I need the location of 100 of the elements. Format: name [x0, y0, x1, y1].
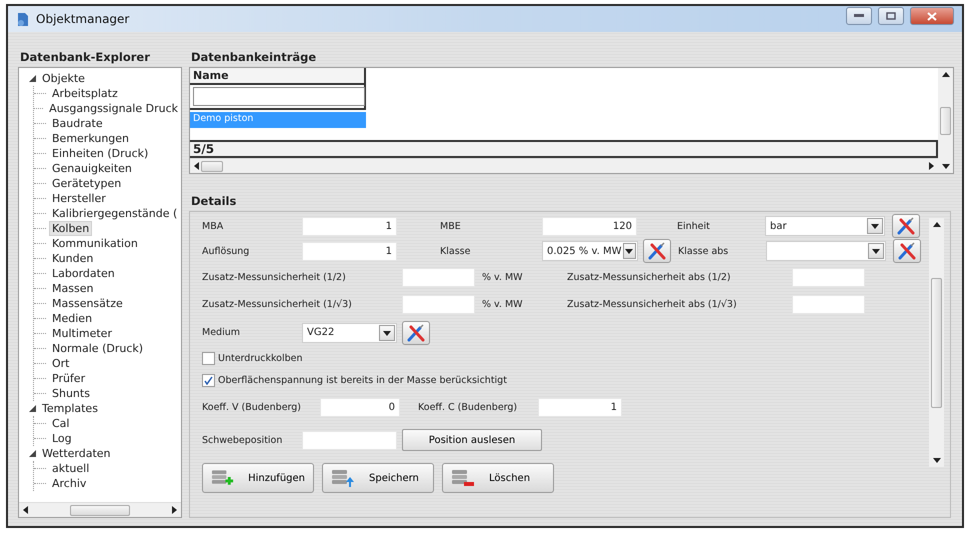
tools-button[interactable]: [402, 320, 430, 344]
tree-item[interactable]: Kalibriergegenstände (: [49, 206, 180, 221]
tree-item[interactable]: Normale (Druck): [49, 341, 146, 356]
dropdown-button[interactable]: [867, 218, 883, 234]
tree-item[interactable]: Archiv: [49, 476, 90, 491]
tree-item[interactable]: Massen: [49, 281, 96, 296]
tree-item[interactable]: Hersteller: [49, 191, 109, 206]
tree-item[interactable]: Kunden: [49, 251, 96, 266]
tree-item[interactable]: Templates: [39, 401, 101, 416]
caret-icon: [932, 456, 940, 464]
group-title: Datenbankeinträge: [191, 50, 318, 64]
tools-button[interactable]: [643, 239, 671, 263]
field-label: Koeff. C (Budenberg): [418, 402, 518, 412]
vertical-scrollbar[interactable]: [938, 68, 953, 173]
window-title: Objektmanager: [36, 12, 130, 26]
input-field[interactable]: 1: [538, 398, 622, 416]
caret-icon: [871, 222, 879, 230]
maximize-icon: [886, 12, 896, 20]
tree-item[interactable]: Ort: [49, 356, 72, 371]
scrollbar-thumb[interactable]: [931, 278, 942, 408]
tree-item[interactable]: Multimeter: [49, 326, 115, 341]
minimize-button[interactable]: [846, 7, 872, 25]
group-title: Details: [191, 194, 238, 208]
close-icon: [927, 12, 937, 20]
vertical-scrollbar[interactable]: [929, 218, 944, 467]
input-field[interactable]: [792, 295, 865, 314]
tools-icon: [406, 324, 426, 342]
scrollbar-thumb[interactable]: [70, 504, 130, 516]
tree-item[interactable]: Massensätze: [49, 296, 126, 311]
tree-item[interactable]: Wetterdaten: [39, 446, 114, 461]
tree-item[interactable]: Prüfer: [49, 371, 88, 386]
tree-item[interactable]: Cal: [49, 416, 72, 431]
minimize-icon: [854, 14, 864, 18]
record-counter: 5/5: [190, 140, 938, 158]
expanded-triangle-icon[interactable]: [29, 450, 36, 457]
field-label: % v. MW: [482, 299, 524, 310]
database-minus-icon: [451, 468, 475, 488]
input-field[interactable]: [792, 268, 865, 287]
dropdown[interactable]: bar: [765, 216, 885, 236]
field-label: Einheit: [677, 220, 711, 232]
field-label: Zusatz-Messunsicherheit (1/2): [202, 272, 347, 283]
horizontal-scrollbar[interactable]: [19, 502, 181, 517]
tree-item[interactable]: Log: [49, 431, 75, 446]
maximize-button[interactable]: [878, 7, 904, 25]
tree-item[interactable]: Genauigkeiten: [49, 161, 135, 176]
filter-field[interactable]: [193, 87, 365, 106]
tree-item[interactable]: Gerätetypen: [49, 176, 124, 191]
close-button[interactable]: [910, 7, 954, 25]
dropdown-button[interactable]: [622, 243, 636, 259]
field-label: Zusatz-Messunsicherheit abs (1/√3): [567, 299, 738, 310]
horizontal-scrollbar[interactable]: [190, 158, 938, 173]
expanded-triangle-icon[interactable]: [29, 405, 36, 412]
caret-icon: [932, 221, 940, 229]
tree-item[interactable]: Medien: [49, 311, 96, 326]
input-field[interactable]: 120: [542, 216, 637, 236]
caret-icon: [872, 247, 880, 255]
caret-icon: [942, 71, 950, 79]
tools-icon: [897, 242, 917, 260]
dropdown-button[interactable]: [379, 324, 395, 340]
caret-icon: [193, 162, 201, 170]
tree-item[interactable]: Shunts: [49, 386, 93, 401]
tools-icon: [647, 242, 667, 260]
tree-item[interactable]: Kommunikation: [49, 236, 141, 251]
input-field[interactable]: 0: [320, 398, 400, 416]
tree-item[interactable]: Baudrate: [49, 116, 106, 131]
input-field[interactable]: [402, 268, 475, 287]
dropdown-button[interactable]: [868, 243, 884, 259]
scrollbar-thumb[interactable]: [201, 160, 223, 172]
input-field[interactable]: [302, 430, 397, 450]
expanded-triangle-icon[interactable]: [29, 75, 36, 82]
column-header[interactable]: Name: [190, 68, 366, 85]
app-icon: [16, 12, 30, 26]
checkbox[interactable]: [202, 352, 215, 364]
tree-item[interactable]: Kolben: [49, 221, 92, 236]
database-plus-icon: [211, 468, 234, 488]
database-arrow-icon: [331, 468, 355, 488]
tree-item[interactable]: aktuell: [49, 461, 92, 476]
tools-button[interactable]: [893, 239, 921, 263]
read-position-button[interactable]: Position auslesen: [402, 429, 542, 451]
input-field[interactable]: [402, 295, 475, 314]
group-title: Datenbank-Explorer: [20, 50, 151, 64]
action-button[interactable]: Löschen: [442, 463, 554, 493]
field-label: % v. MW: [482, 272, 524, 283]
dropdown[interactable]: 0.025 % v. MW: [542, 241, 638, 261]
field-label: Medium: [202, 327, 241, 338]
tree-item[interactable]: Objekte: [39, 71, 88, 86]
checkbox[interactable]: [202, 374, 215, 386]
dropdown[interactable]: VG22: [302, 322, 397, 342]
tree-item[interactable]: Ausgangssignale Druck: [46, 101, 181, 116]
scrollbar-thumb[interactable]: [940, 106, 951, 134]
field-label: Klasse abs: [678, 246, 730, 256]
tree-item[interactable]: Arbeitsplatz: [49, 86, 121, 101]
action-button[interactable]: Hinzufügen: [202, 463, 314, 493]
tree-item[interactable]: Labordaten: [49, 266, 118, 281]
action-button[interactable]: Speichern: [322, 463, 434, 493]
input-field[interactable]: 1: [302, 242, 397, 260]
tree-item[interactable]: Einheiten (Druck): [49, 146, 152, 161]
tree-item[interactable]: Bemerkungen: [49, 131, 132, 146]
tools-button[interactable]: [892, 214, 920, 238]
input-field[interactable]: 1: [302, 216, 397, 236]
